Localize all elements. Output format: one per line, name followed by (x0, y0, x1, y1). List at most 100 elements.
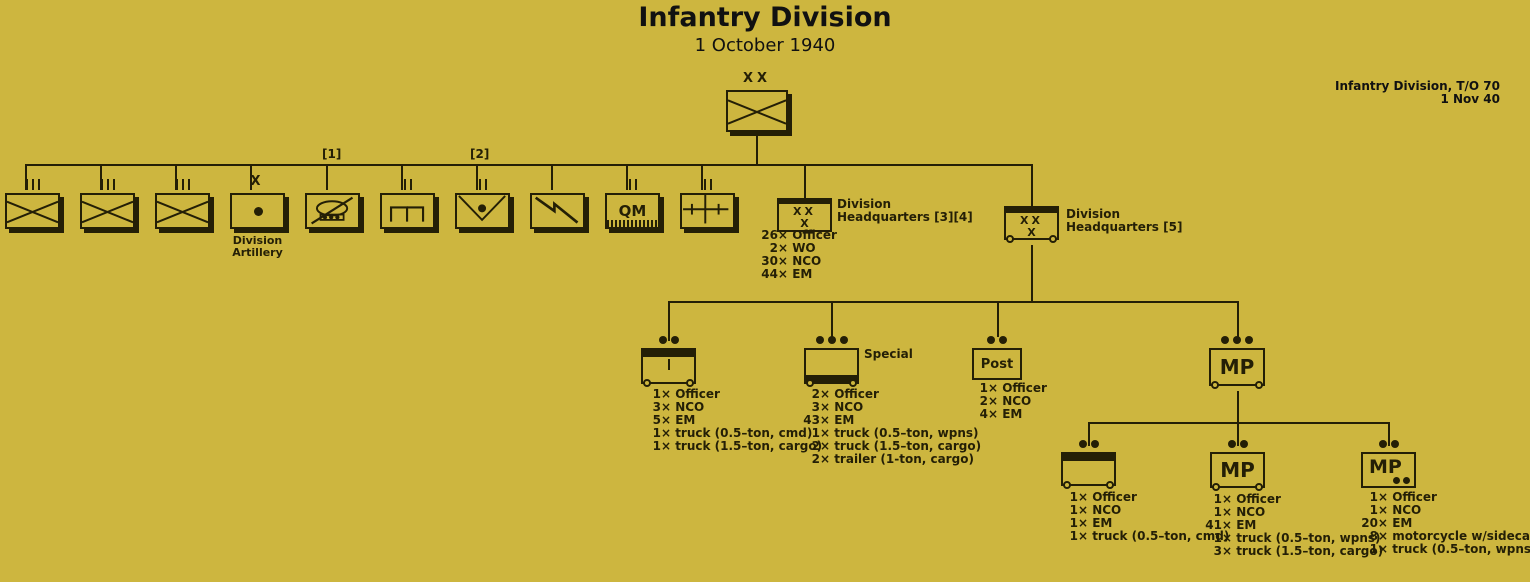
symbol-medical[interactable] (680, 193, 735, 229)
symbol-artillery-battalion[interactable] (455, 193, 510, 229)
symbol-infantry-3[interactable] (155, 193, 210, 229)
symbol-mp-command-platoon[interactable] (1061, 452, 1116, 489)
infantry-tick-icon (667, 359, 670, 370)
footnote-marker-2: [2] (470, 147, 490, 161)
symbol-artillery[interactable] (230, 193, 285, 229)
mp-platoon-label: MP (1220, 458, 1255, 482)
stats-mp-motorcycle-platoon: 1× Officer 1× NCO 20× EM 8× motorcycle w… (1358, 491, 1530, 556)
unit-quartermaster[interactable]: QM (605, 179, 660, 229)
echelon-dots-mp-1 (1061, 440, 1116, 448)
symbol-mp-company[interactable]: MP (1209, 348, 1265, 389)
stat-item: NCO (1002, 394, 1032, 408)
stat-item: truck (0.5–ton, cmd) (675, 426, 813, 440)
stat-item: motorcycle w/sidecar (1392, 529, 1530, 543)
connector-root-stem (756, 132, 758, 164)
symbol-infantry-1[interactable] (5, 193, 60, 229)
hq2-top-bar-icon (1006, 208, 1057, 213)
symbol-mp-motorcycle-platoon[interactable]: MP (1361, 452, 1416, 488)
echelon-medical (680, 179, 735, 190)
connector-drop-hq2 (1031, 164, 1033, 206)
connector-child-2 (831, 301, 833, 341)
unit-infantry-regiment-3[interactable] (155, 179, 210, 229)
unit-mp-command-platoon[interactable] (1061, 440, 1116, 489)
unit-medical[interactable] (680, 179, 735, 229)
echelon-fa-battalion (455, 179, 510, 190)
page-title: Infantry Division (638, 2, 892, 33)
label-division-artillery-line2: Artillery (232, 246, 283, 259)
division-root-node[interactable]: XX (726, 72, 788, 132)
echelon-regiment-1 (5, 179, 60, 190)
armored-recon-icon (311, 196, 354, 225)
symbol-division-hq-1[interactable]: XX X (777, 198, 832, 232)
wheel-left-icon (806, 379, 814, 387)
unit-signal[interactable] (530, 193, 585, 229)
infantry-cross-icon (82, 195, 133, 227)
connector-hq2-stem (1031, 245, 1033, 302)
symbol-hq-command-platoon[interactable] (641, 348, 696, 387)
symbol-signal[interactable] (530, 193, 585, 229)
echelon-dots-mp-2 (1210, 440, 1265, 448)
infantry-cross-icon (728, 92, 786, 130)
stat-item: EM (1092, 516, 1113, 530)
artillery-dot-icon (253, 207, 263, 216)
label-division-hq-2: Division Headquarters [5] (1066, 208, 1182, 234)
wheel-left-icon (1211, 381, 1219, 389)
unit-field-artillery-battalion[interactable] (455, 179, 510, 229)
unit-reconnaissance[interactable] (305, 193, 360, 229)
stat-item: EM (1002, 407, 1023, 421)
stats-post-detachment: 1× Officer 2× NCO 4× EM (968, 382, 1047, 421)
stat-qty: 3× (1213, 544, 1232, 558)
wheel-left-icon (1063, 481, 1071, 489)
unit-division-artillery[interactable]: X Division Artillery (230, 175, 285, 259)
stat-item: Officer (834, 387, 879, 401)
unit-mp-platoon[interactable]: MP (1210, 440, 1265, 491)
stat-qty: 1× (1069, 529, 1088, 543)
unit-military-police-company[interactable]: MP (1209, 336, 1265, 389)
symbol-division-hq-2[interactable]: XX X (1004, 206, 1059, 243)
infantry-cross-icon (157, 195, 208, 227)
wheel-right-icon (849, 379, 857, 387)
stat-item: EM (675, 413, 696, 427)
symbol-engineer[interactable] (380, 193, 435, 229)
unit-headquarters-command-platoon[interactable] (641, 336, 696, 387)
echelon-dots-child-2 (804, 336, 859, 344)
label-division-hq-1: Division Headquarters [3][4] (837, 198, 973, 224)
unit-mp-motorcycle-platoon[interactable]: MP (1361, 440, 1416, 488)
echelon-artillery: X (250, 174, 265, 189)
unit-special-troops-company[interactable]: Special (804, 336, 913, 387)
artillery-v-icon (458, 195, 506, 222)
medical-bridge-icon (683, 195, 729, 224)
wheel-left-icon (643, 379, 651, 387)
symbol-mp-platoon[interactable]: MP (1210, 452, 1265, 491)
unit-infantry-regiment-2[interactable] (80, 179, 135, 229)
echelon-engineer (380, 179, 435, 190)
symbol-armored-recon[interactable] (305, 193, 360, 229)
symbol-infantry-2[interactable] (80, 193, 135, 229)
echelon-quartermaster (605, 179, 660, 190)
symbol-quartermaster[interactable]: QM (605, 193, 660, 229)
symbol-special-troops[interactable] (804, 348, 859, 387)
stat-item: NCO (1392, 503, 1422, 517)
unit-engineer[interactable] (380, 179, 435, 229)
footnote-marker-1: [1] (322, 147, 342, 161)
stat-qty: 2× (811, 452, 830, 466)
unit-infantry-regiment-1[interactable] (5, 179, 60, 229)
stat-item: Officer (1392, 490, 1437, 504)
connector-child-1 (668, 301, 670, 341)
stat-row: 2× trailer (1-ton, cargo) (800, 453, 981, 466)
label-division-hq-1-line2: Headquarters [3][4] (837, 210, 973, 224)
stat-qty: 44× (761, 267, 788, 281)
unit-division-headquarters-2[interactable]: XX X Division Headquarters [5] (1004, 206, 1182, 243)
stat-item: WO (792, 241, 816, 255)
echelon-dots-child-4 (1209, 336, 1265, 344)
stat-item: EM (834, 413, 855, 427)
stat-item: Officer (675, 387, 720, 401)
division-symbol[interactable] (726, 90, 788, 132)
symbol-post-detachment[interactable]: Post (972, 348, 1022, 380)
stats-hq-command-platoon: 1× Officer 3× NCO 5× EM 1× truck (0.5–to… (641, 387, 823, 453)
unit-division-headquarters-1[interactable]: XX X Division Headquarters [3][4] (777, 198, 973, 232)
stat-row: 3× truck (1.5–ton, cargo) (1202, 544, 1384, 558)
stat-item: NCO (834, 400, 864, 414)
unit-post-detachment[interactable]: Post (972, 336, 1022, 380)
post-label: Post (980, 356, 1014, 372)
